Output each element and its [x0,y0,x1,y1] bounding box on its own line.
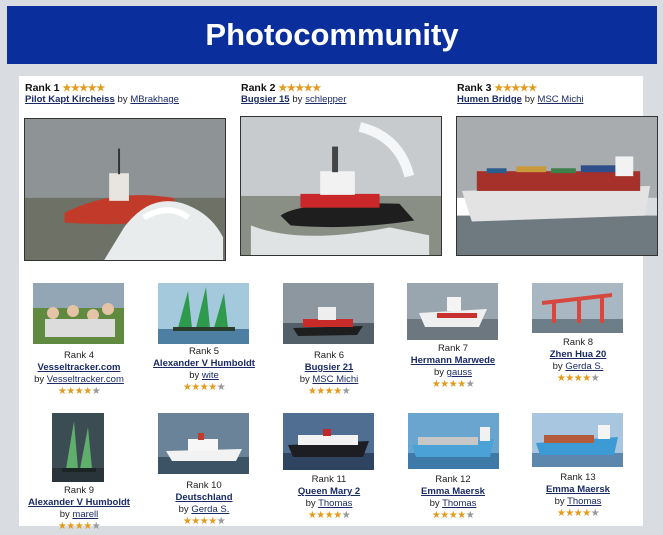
photo-deutschland[interactable] [158,413,249,474]
caption-rank-6: Rank 6 Bugsier 21 by MSC Michi ★★★★★ [269,350,389,398]
photo-title-link[interactable]: Queen Mary 2 [269,486,389,498]
photo-alexander-humboldt-2[interactable] [52,413,104,482]
slide-frame: Photocommunity Rank 1 ★★★★★ Pilot Kapt K… [0,0,663,535]
rank-label: Rank 5 [188,346,220,357]
photo-queen-mary-2[interactable] [283,413,374,470]
rating-stars: ★★★★★ [57,521,101,532]
rating-stars: ★★★★★ [494,83,537,94]
rating-stars: ★★★★★ [278,83,321,94]
author-link[interactable]: Gerda S. [191,504,229,515]
photo-zhen-hua-20[interactable] [532,283,623,333]
photo-emma-maersk[interactable] [408,413,499,469]
rank-label: Rank 4 [63,350,95,361]
photo-emma-maersk-2[interactable] [532,413,623,467]
page-title: Photocommunity [7,6,657,64]
author-link[interactable]: Vesseltracker.com [47,374,124,385]
photo-title-link[interactable]: Emma Maersk [393,486,513,498]
photo-title-link[interactable]: Humen Bridge [457,94,522,105]
top-rank-1: Rank 1 ★★★★★ Pilot Kapt Kircheiss by MBr… [25,82,179,105]
rating-stars: ★★★★★ [307,386,351,397]
caption-rank-11: Rank 11 Queen Mary 2 by Thomas ★★★★★ [269,474,389,522]
caption-rank-7: Rank 7 Hermann Marwede by gauss ★★★★★ [393,343,513,391]
caption-rank-9: Rank 9 Alexander V Humboldt by marell ★★… [19,485,139,533]
author-link[interactable]: MSC Michi [312,374,358,385]
rank-label: Rank 7 [437,343,469,354]
photo-title-link[interactable]: Alexander V Humboldt [19,497,139,509]
author-link[interactable]: marell [72,509,98,520]
photo-humen-bridge[interactable] [456,116,658,256]
rating-stars: ★★★★★ [556,508,600,519]
rating-stars: ★★★★★ [431,379,475,390]
author-link[interactable]: Gerda S. [565,361,603,372]
top-rank-2: Rank 2 ★★★★★ Bugsier 15 by schlepper [241,82,347,105]
rank-label: Rank 8 [562,337,594,348]
rating-stars: ★★★★★ [62,83,105,94]
author-link[interactable]: gauss [447,367,472,378]
caption-rank-8: Rank 8 Zhen Hua 20 by Gerda S. ★★★★★ [518,337,638,385]
rating-stars: ★★★★★ [307,510,351,521]
photo-title-link[interactable]: Vesseltracker.com [19,362,139,374]
photo-tug-bugsier-15[interactable] [240,116,442,256]
photo-title-link[interactable]: Hermann Marwede [393,355,513,367]
author-link[interactable]: MBrakhage [130,94,179,105]
author-link[interactable]: Thomas [442,498,476,509]
rating-stars: ★★★★★ [182,382,226,393]
rank-label: Rank 9 [63,485,95,496]
photo-panel: Rank 1 ★★★★★ Pilot Kapt Kircheiss by MBr… [19,76,658,532]
rank-label: Rank 10 [186,480,222,491]
photo-hermann-marwede[interactable] [407,283,498,340]
photo-bugsier-21[interactable] [283,283,374,344]
caption-rank-10: Rank 10 Deutschland by Gerda S. ★★★★★ [144,480,264,528]
caption-rank-5: Rank 5 Alexander V Humboldt by wite ★★★★… [144,346,264,394]
rank-label: Rank 6 [313,350,345,361]
rank-label: Rank 11 [311,474,347,485]
photo-alexander-humboldt[interactable] [158,283,249,344]
rating-stars: ★★★★★ [556,373,600,384]
rank-label: Rank 12 [435,474,471,485]
caption-rank-4: Rank 4 Vesseltracker.com by Vesseltracke… [19,350,139,398]
rating-stars: ★★★★★ [431,510,475,521]
photo-title-link[interactable]: Emma Maersk [518,484,638,496]
photo-title-link[interactable]: Bugsier 15 [241,94,290,105]
rank-label: Rank 1 [25,82,60,94]
photo-title-link[interactable]: Bugsier 21 [269,362,389,374]
author-link[interactable]: Thomas [318,498,352,509]
photo-title-link[interactable]: Deutschland [144,492,264,504]
rating-stars: ★★★★★ [57,386,101,397]
caption-rank-13: Rank 13 Emma Maersk by Thomas ★★★★★ [518,472,638,520]
rank-label: Rank 3 [457,82,492,94]
rank-label: Rank 13 [560,472,596,483]
author-link[interactable]: schlepper [305,94,346,105]
caption-rank-12: Rank 12 Emma Maersk by Thomas ★★★★★ [393,474,513,522]
top-rank-3: Rank 3 ★★★★★ Humen Bridge by MSC Michi [457,82,584,105]
photo-vesseltracker[interactable] [33,283,124,344]
author-link[interactable]: Thomas [567,496,601,507]
rating-stars: ★★★★★ [182,516,226,527]
photo-title-link[interactable]: Pilot Kapt Kircheiss [25,94,115,105]
rank-label: Rank 2 [241,82,276,94]
photo-pilot-boat[interactable] [24,118,226,261]
photo-title-link[interactable]: Alexander V Humboldt [144,358,264,370]
author-link[interactable]: MSC Michi [538,94,584,105]
author-link[interactable]: wite [202,370,219,381]
photo-title-link[interactable]: Zhen Hua 20 [518,349,638,361]
